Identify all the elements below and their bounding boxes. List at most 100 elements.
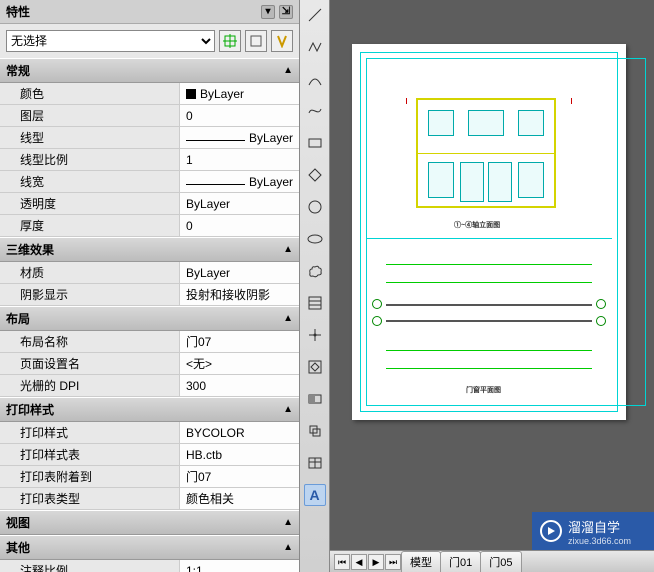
axis-marker xyxy=(372,316,382,326)
gradient-tool-icon[interactable] xyxy=(304,388,326,410)
color-swatch-icon xyxy=(186,89,196,99)
tab-last-icon[interactable]: ⏭ xyxy=(385,554,401,570)
prop-plotattach-value[interactable]: 门07 xyxy=(180,466,299,487)
viewport-divider xyxy=(366,238,612,239)
prop-material-value[interactable]: ByLayer xyxy=(180,262,299,283)
prop-material-label: 材质 xyxy=(0,262,180,283)
prop-ltscale-label: 线型比例 xyxy=(0,149,180,170)
play-icon xyxy=(540,520,562,542)
prop-plottable-value[interactable]: HB.ctb xyxy=(180,444,299,465)
selection-dropdown[interactable]: 无选择 xyxy=(6,30,215,52)
panel-title: 特性 xyxy=(6,3,30,20)
ellipse-tool-icon[interactable] xyxy=(304,228,326,250)
prop-shadow-value[interactable]: 投射和接收阴影 xyxy=(180,284,299,305)
table-tool-icon[interactable] xyxy=(304,452,326,474)
prop-transparency-label: 透明度 xyxy=(0,193,180,214)
tab-next-icon[interactable]: ▶ xyxy=(368,554,384,570)
prop-thickness-value[interactable]: 0 xyxy=(180,215,299,236)
chevron-up-icon: ▲ xyxy=(283,542,293,553)
chevron-up-icon: ▲ xyxy=(283,313,293,324)
section-layout[interactable]: 布局▲ xyxy=(0,306,299,331)
chevron-up-icon: ▲ xyxy=(283,65,293,76)
region-tool-icon[interactable] xyxy=(304,420,326,442)
building-elevation xyxy=(416,98,556,208)
prop-plotstyle-value[interactable]: BYCOLOR xyxy=(180,422,299,443)
rectangle-tool-icon[interactable] xyxy=(304,132,326,154)
revision-cloud-tool-icon[interactable] xyxy=(304,260,326,282)
tab-first-icon[interactable]: ⏮ xyxy=(334,554,350,570)
prop-layer-label: 图层 xyxy=(0,105,180,126)
prop-lineweight-value[interactable]: ByLayer xyxy=(180,171,299,192)
polyline-tool-icon[interactable] xyxy=(304,36,326,58)
section-general[interactable]: 常规▲ xyxy=(0,58,299,83)
watermark-brand: 溜溜自学 xyxy=(568,517,631,536)
toggle-pickadd-button[interactable] xyxy=(271,30,293,52)
prop-plotstyle-label: 打印样式 xyxy=(0,422,180,443)
chevron-up-icon: ▲ xyxy=(283,517,293,528)
watermark-url: zixue.3d66.com xyxy=(568,536,631,546)
axis-marker xyxy=(596,299,606,309)
plan-drawing: 门窗平面图 xyxy=(366,244,612,399)
axis-marker xyxy=(372,299,382,309)
prop-pagesetup-label: 页面设置名 xyxy=(0,353,180,374)
prop-plottype-value[interactable]: 颜色相关 xyxy=(180,488,299,509)
prop-annoscale-value[interactable]: 1:1 xyxy=(180,560,299,572)
hatch-tool-icon[interactable] xyxy=(304,292,326,314)
chevron-up-icon: ▲ xyxy=(283,244,293,255)
prop-thickness-label: 厚度 xyxy=(0,215,180,236)
drawing-canvas[interactable]: ①~④轴立面图 门窗平面图 xyxy=(330,0,654,572)
prop-transparency-value[interactable]: ByLayer xyxy=(180,193,299,214)
arc-tool-icon[interactable] xyxy=(304,68,326,90)
prop-layoutname-value[interactable]: 门07 xyxy=(180,331,299,352)
prop-dpi-label: 光栅的 DPI xyxy=(0,375,180,396)
prop-color-label: 颜色 xyxy=(0,83,180,104)
prop-linetype-label: 线型 xyxy=(0,127,180,148)
circle-tool-icon[interactable] xyxy=(304,196,326,218)
tab-prev-icon[interactable]: ◀ xyxy=(351,554,367,570)
prop-plottype-label: 打印表类型 xyxy=(0,488,180,509)
quick-select-button[interactable] xyxy=(219,30,241,52)
prop-color-value[interactable]: ByLayer xyxy=(180,83,299,104)
section-plotstyle[interactable]: 打印样式▲ xyxy=(0,397,299,422)
tab-nav: ⏮ ◀ ▶ ⏭ xyxy=(334,554,402,570)
prop-dpi-value[interactable]: 300 xyxy=(180,375,299,396)
properties-panel: 特性 ▾ ⇲ 无选择 常规▲ 颜色ByLayer 图层0 线型ByLayer 线… xyxy=(0,0,300,572)
panel-controls: ▾ ⇲ xyxy=(261,5,293,19)
tab-model[interactable]: 模型 xyxy=(401,551,441,572)
line-tool-icon[interactable] xyxy=(304,4,326,26)
section-effects[interactable]: 三维效果▲ xyxy=(0,237,299,262)
elevation-drawing: ①~④轴立面图 xyxy=(366,58,612,236)
axis-marker xyxy=(596,316,606,326)
prop-lineweight-label: 线宽 xyxy=(0,171,180,192)
line-sample-icon xyxy=(186,140,245,141)
chevron-up-icon: ▲ xyxy=(283,404,293,415)
text-tool-icon[interactable]: A xyxy=(304,484,326,506)
tab-layout-01[interactable]: 门01 xyxy=(440,551,481,572)
prop-pagesetup-value[interactable]: <无> xyxy=(180,353,299,374)
point-tool-icon[interactable] xyxy=(304,324,326,346)
section-other[interactable]: 其他▲ xyxy=(0,535,299,560)
prop-ltscale-value[interactable]: 1 xyxy=(180,149,299,170)
section-view[interactable]: 视图▲ xyxy=(0,510,299,535)
panel-menu-icon[interactable]: ▾ xyxy=(261,5,275,19)
polygon-tool-icon[interactable] xyxy=(304,164,326,186)
properties-list: 常规▲ 颜色ByLayer 图层0 线型ByLayer 线型比例1 线宽ByLa… xyxy=(0,58,299,572)
line-sample-icon xyxy=(186,184,245,185)
plan-title: 门窗平面图 xyxy=(466,385,501,395)
elevation-title: ①~④轴立面图 xyxy=(454,220,500,230)
selection-row: 无选择 xyxy=(0,24,299,58)
panel-pin-icon[interactable]: ⇲ xyxy=(279,5,293,19)
select-objects-button[interactable] xyxy=(245,30,267,52)
panel-title-bar: 特性 ▾ ⇲ xyxy=(0,0,299,24)
insert-block-tool-icon[interactable] xyxy=(304,356,326,378)
prop-plottable-label: 打印样式表 xyxy=(0,444,180,465)
prop-linetype-value[interactable]: ByLayer xyxy=(180,127,299,148)
prop-shadow-label: 阴影显示 xyxy=(0,284,180,305)
prop-layer-value[interactable]: 0 xyxy=(180,105,299,126)
spline-tool-icon[interactable] xyxy=(304,100,326,122)
paper-sheet: ①~④轴立面图 门窗平面图 xyxy=(352,44,626,420)
prop-annoscale-label: 注释比例 xyxy=(0,560,180,572)
prop-layoutname-label: 布局名称 xyxy=(0,331,180,352)
tab-layout-05[interactable]: 门05 xyxy=(480,551,521,572)
watermark-badge: 溜溜自学 zixue.3d66.com xyxy=(532,512,654,550)
